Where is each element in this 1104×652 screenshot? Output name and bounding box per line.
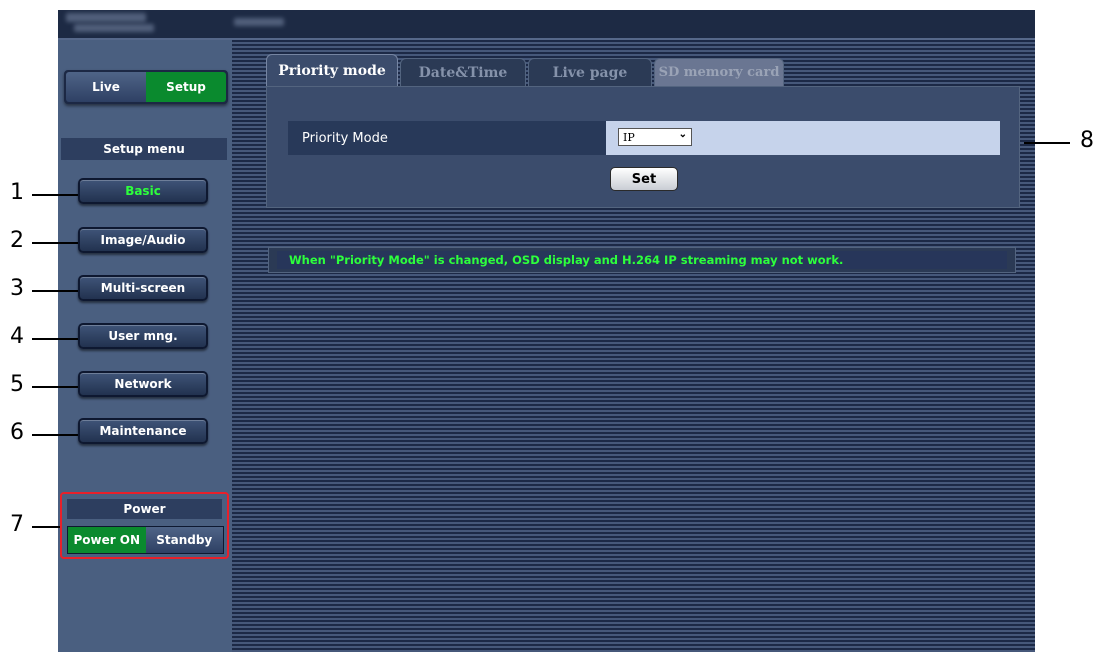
set-button[interactable]: Set (610, 167, 678, 191)
mode-switch: Live Setup (64, 70, 228, 104)
priority-mode-selected-value: IP (623, 130, 635, 144)
callout-6: 6 (10, 420, 24, 445)
priority-mode-value-cell: IP ⌄ (606, 121, 1000, 155)
standby-button[interactable]: Standby (145, 527, 223, 553)
callout-4: 4 (10, 324, 24, 349)
priority-mode-label: Priority Mode (288, 121, 606, 155)
menu-network-button[interactable]: Network (78, 371, 208, 397)
callout-7: 7 (10, 512, 24, 537)
top-bar (58, 10, 1035, 40)
notice-bar: When "Priority Mode" is changed, OSD dis… (268, 247, 1016, 273)
live-button[interactable]: Live (66, 72, 146, 102)
main-content: Priority mode Date&Time Live page SD mem… (232, 40, 1035, 652)
tab-sd-memory-card[interactable]: SD memory card (654, 58, 784, 86)
power-switch: Power ON Standby (67, 526, 224, 554)
tab-priority-mode[interactable]: Priority mode (266, 54, 398, 86)
blurred-model (74, 24, 154, 32)
callout-3: 3 (10, 276, 24, 301)
power-on-button[interactable]: Power ON (68, 527, 146, 553)
settings-panel: Priority Mode IP ⌄ Set (266, 86, 1020, 208)
callout-8-line (1024, 142, 1070, 144)
callout-5: 5 (10, 372, 24, 397)
callout-4-line (32, 338, 78, 340)
callout-8: 8 (1080, 128, 1094, 153)
setup-menu-title: Setup menu (61, 138, 227, 160)
callout-2: 2 (10, 228, 24, 253)
callout-1: 1 (10, 180, 24, 205)
browser-window: Live Setup Setup menu Basic Image/Audio … (58, 10, 1035, 652)
callout-1-line (32, 194, 78, 196)
power-title: Power (67, 499, 222, 519)
priority-mode-select[interactable]: IP ⌄ (618, 128, 692, 146)
blurred-address (234, 18, 284, 26)
menu-multi-screen-button[interactable]: Multi-screen (78, 275, 208, 301)
menu-basic-button[interactable]: Basic (78, 178, 208, 204)
setup-button[interactable]: Setup (146, 72, 226, 102)
chevron-down-icon: ⌄ (678, 129, 687, 140)
menu-user-mng-button[interactable]: User mng. (78, 323, 208, 349)
menu-image-audio-button[interactable]: Image/Audio (78, 227, 208, 253)
callout-2-line (32, 242, 78, 244)
callout-6-line (32, 434, 78, 436)
power-panel: Power Power ON Standby (60, 492, 229, 559)
callout-5-line (32, 386, 78, 388)
menu-maintenance-button[interactable]: Maintenance (78, 418, 208, 444)
notice-text: When "Priority Mode" is changed, OSD dis… (289, 253, 844, 267)
blurred-title (66, 13, 146, 22)
tab-live-page[interactable]: Live page (528, 58, 652, 86)
callout-7-line (32, 526, 60, 528)
callout-3-line (32, 290, 78, 292)
sidebar: Live Setup Setup menu Basic Image/Audio … (58, 40, 232, 652)
tab-date-time[interactable]: Date&Time (400, 58, 526, 86)
